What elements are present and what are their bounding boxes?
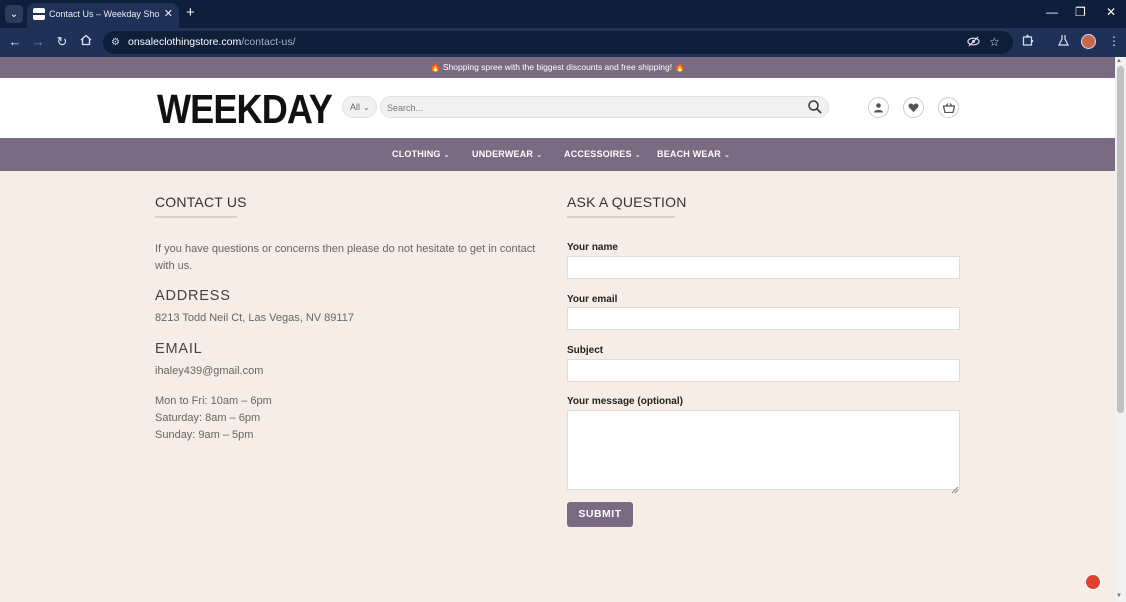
browser-toolbar: ← → ↻ ⚙ onsaleclothingstore.com/contact-… bbox=[0, 28, 1126, 57]
back-icon[interactable]: ← bbox=[7, 34, 23, 49]
nav-item-accessoires[interactable]: ACCESSOIRES ⌄ bbox=[564, 149, 641, 159]
search-icon[interactable] bbox=[806, 98, 824, 116]
heading-divider bbox=[155, 216, 237, 218]
nav-item-clothing[interactable]: CLOTHING ⌄ bbox=[392, 149, 450, 159]
hours-sunday: Sunday: 9am – 5pm bbox=[155, 429, 254, 441]
search-input[interactable] bbox=[387, 100, 787, 115]
site-header: WEEKDAY All ⌄ bbox=[0, 78, 1115, 138]
heading-divider bbox=[567, 216, 675, 218]
contact-intro: If you have questions or concerns then p… bbox=[155, 243, 536, 272]
scrollbar-thumb[interactable] bbox=[1117, 66, 1124, 413]
address-bar[interactable]: ⚙ onsaleclothingstore.com/contact-us/ ☆ bbox=[103, 31, 1013, 54]
message-field[interactable] bbox=[567, 410, 960, 490]
address-text: 8213 Todd Neil Ct, Las Vegas, NV 89117 bbox=[155, 312, 354, 324]
eye-off-icon[interactable] bbox=[967, 35, 980, 51]
name-label: Your name bbox=[567, 242, 618, 253]
wishlist-icon[interactable] bbox=[903, 97, 924, 118]
tab-title: Contact Us – Weekday Shop – h bbox=[49, 9, 159, 19]
window-close-icon[interactable]: ✕ bbox=[1106, 5, 1116, 19]
close-icon[interactable]: ✕ bbox=[164, 7, 173, 20]
address-heading: ADDRESS bbox=[155, 288, 231, 304]
subject-field[interactable] bbox=[567, 359, 960, 382]
site-logo[interactable]: WEEKDAY bbox=[157, 84, 333, 134]
category-select[interactable]: All ⌄ bbox=[342, 96, 377, 118]
contact-heading: CONTACT US bbox=[155, 194, 247, 210]
url-text[interactable]: onsaleclothingstore.com/contact-us/ bbox=[128, 36, 296, 48]
submit-button[interactable]: SUBMIT bbox=[567, 502, 633, 527]
chevron-down-icon: ⌄ bbox=[443, 152, 450, 159]
profile-avatar[interactable] bbox=[1081, 34, 1096, 49]
account-icon[interactable] bbox=[868, 97, 889, 118]
tab-favicon-icon bbox=[33, 8, 45, 20]
email-field[interactable] bbox=[567, 307, 960, 330]
chat-widget-icon[interactable] bbox=[1085, 574, 1101, 590]
search-box bbox=[380, 96, 829, 118]
hours-weekdays: Mon to Fri: 10am – 6pm bbox=[155, 395, 272, 407]
nav-item-underwear[interactable]: UNDERWEAR ⌄ bbox=[472, 149, 542, 159]
browser-tab[interactable]: Contact Us – Weekday Shop – h ✕ bbox=[27, 3, 179, 28]
resize-handle-icon[interactable] bbox=[951, 481, 959, 494]
form-heading: ASK A QUESTION bbox=[567, 194, 687, 210]
home-icon[interactable] bbox=[78, 34, 94, 49]
cart-icon[interactable] bbox=[938, 97, 959, 118]
chevron-down-icon: ⌄ bbox=[724, 152, 731, 159]
minimize-icon[interactable]: — bbox=[1046, 5, 1058, 19]
reload-icon[interactable]: ↻ bbox=[54, 34, 70, 50]
chevron-down-icon: ⌄ bbox=[536, 152, 543, 159]
forward-icon[interactable]: → bbox=[30, 34, 46, 49]
labs-icon[interactable] bbox=[1058, 34, 1069, 49]
tab-search-icon[interactable]: ⌄ bbox=[5, 5, 23, 23]
email-text[interactable]: ihaley439@gmail.com bbox=[155, 365, 263, 377]
chevron-down-icon: ⌄ bbox=[634, 152, 641, 159]
scroll-down-icon[interactable]: ▼ bbox=[1116, 593, 1122, 599]
name-field[interactable] bbox=[567, 256, 960, 279]
nav-item-beach-wear[interactable]: BEACH WEAR ⌄ bbox=[657, 149, 730, 159]
site-info-icon[interactable]: ⚙ bbox=[111, 37, 120, 48]
new-tab-icon[interactable]: + bbox=[186, 4, 195, 21]
email-label: Your email bbox=[567, 294, 618, 305]
message-label: Your message (optional) bbox=[567, 396, 683, 407]
restore-icon[interactable]: ❐ bbox=[1075, 5, 1086, 19]
email-heading: EMAIL bbox=[155, 341, 203, 357]
star-icon[interactable]: ☆ bbox=[989, 35, 1000, 49]
menu-icon[interactable]: ⋮ bbox=[1108, 34, 1120, 48]
chevron-down-icon: ⌄ bbox=[363, 103, 370, 112]
scroll-up-icon[interactable]: ▲ bbox=[1116, 58, 1122, 64]
main-nav: CLOTHING ⌄ UNDERWEAR ⌄ ACCESSOIRES ⌄ BEACH … bbox=[0, 138, 1115, 171]
extensions-icon[interactable] bbox=[1022, 34, 1034, 49]
browser-tab-strip: ⌄ Contact Us – Weekday Shop – h ✕ + — ❐ … bbox=[0, 0, 1126, 28]
hours-saturday: Saturday: 8am – 6pm bbox=[155, 412, 261, 424]
subject-label: Subject bbox=[567, 345, 604, 356]
announcement-bar: 🔥 Shopping spree with the biggest discou… bbox=[0, 57, 1115, 78]
